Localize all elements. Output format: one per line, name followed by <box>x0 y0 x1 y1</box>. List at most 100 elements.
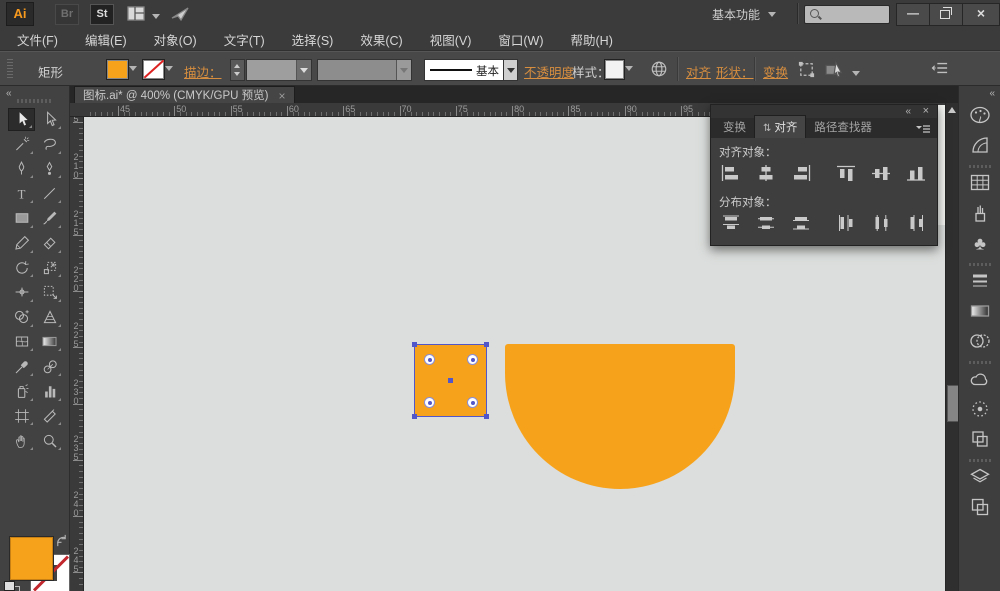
dist-bottom-button[interactable] <box>787 213 815 237</box>
selection-tool[interactable] <box>8 108 35 131</box>
share-button[interactable] <box>170 5 190 25</box>
bounding-box-button[interactable] <box>797 60 816 84</box>
stroke-weight-stepper[interactable] <box>230 59 245 81</box>
expand-dock-button[interactable]: « <box>989 88 994 99</box>
paintbrush-tool[interactable] <box>36 207 63 230</box>
chevron-down-icon[interactable] <box>296 60 311 80</box>
menu-item-6[interactable]: 视图(V) <box>417 30 486 49</box>
appearance-panel-button[interactable] <box>959 396 1000 426</box>
stroke-color-control[interactable] <box>142 59 180 80</box>
rectangle-tool[interactable] <box>8 207 35 230</box>
curvature-tool[interactable] <box>36 157 63 180</box>
align-top-button[interactable] <box>832 163 860 187</box>
selected-square[interactable] <box>412 342 489 419</box>
search-input[interactable] <box>804 5 890 24</box>
close-button[interactable]: × <box>962 3 1000 26</box>
lasso-tool[interactable] <box>36 133 63 156</box>
stroke-link[interactable]: 描边： <box>184 62 222 81</box>
zoom-tool[interactable] <box>36 429 63 452</box>
shape-link[interactable]: 形状： <box>716 62 754 81</box>
eraser-tool[interactable] <box>36 232 63 255</box>
tools-grip[interactable] <box>17 99 51 103</box>
anchor-point[interactable] <box>412 342 417 347</box>
dist-right-button[interactable] <box>902 213 930 237</box>
workspace-switcher[interactable]: 基本功能 <box>712 6 760 23</box>
menu-item-3[interactable]: 文字(T) <box>211 30 279 49</box>
column-graph-tool[interactable] <box>36 380 63 403</box>
direct-selection-tool[interactable] <box>36 108 63 131</box>
panel-collapse-icon[interactable]: « <box>905 106 911 117</box>
brushes-panel-button[interactable] <box>959 200 1000 230</box>
menu-item-0[interactable]: 文件(F) <box>4 30 72 49</box>
default-fill-stroke-button[interactable] <box>4 581 20 591</box>
align-left-button[interactable] <box>717 163 745 187</box>
stepper-down-icon[interactable] <box>234 72 240 76</box>
controlbar-grip[interactable] <box>7 59 13 79</box>
dock-group-separator[interactable] <box>959 358 1000 366</box>
chevron-down-icon[interactable] <box>852 71 861 77</box>
artboards-panel-button[interactable] <box>959 494 1000 524</box>
restore-button[interactable] <box>929 3 963 26</box>
chevron-down-icon[interactable] <box>625 66 633 71</box>
artboard-tool[interactable] <box>8 404 35 427</box>
hand-tool[interactable] <box>8 429 35 452</box>
vertical-scrollbar[interactable] <box>945 103 959 591</box>
menu-item-7[interactable]: 窗口(W) <box>485 30 557 49</box>
brush-dropdown-button[interactable] <box>503 59 518 81</box>
menu-item-8[interactable]: 帮助(H) <box>558 30 627 49</box>
scale-tool[interactable] <box>36 256 63 279</box>
perspective-grid-tool[interactable] <box>36 306 63 329</box>
transparency-panel-button[interactable] <box>959 328 1000 358</box>
swap-fill-stroke-button[interactable] <box>55 534 68 552</box>
tab-close-icon[interactable]: × <box>279 89 286 103</box>
magic-wand-tool[interactable] <box>8 133 35 156</box>
symbol-sprayer-tool[interactable] <box>8 380 35 403</box>
panel-tab-1[interactable]: ⇅ 对齐 <box>754 115 807 138</box>
brush-definition-combo[interactable]: 基本 <box>424 59 504 81</box>
document-tab[interactable]: 图标.ai* @ 400% (CMYK/GPU 预览) × <box>74 86 295 104</box>
transform-link[interactable]: 变换 <box>763 62 788 81</box>
pencil-tool[interactable] <box>8 232 35 255</box>
gradient-tool[interactable] <box>36 330 63 353</box>
panel-tab-0[interactable]: 变换 <box>715 116 754 138</box>
chevron-down-icon[interactable] <box>129 66 137 71</box>
menu-item-5[interactable]: 效果(C) <box>347 30 416 49</box>
anchor-point[interactable] <box>484 342 489 347</box>
graphic-styles-panel-button[interactable] <box>959 426 1000 456</box>
rotate-tool[interactable] <box>8 256 35 279</box>
width-tool[interactable] <box>8 281 35 304</box>
stroke-swatch-none[interactable] <box>142 59 165 80</box>
variable-width-combo[interactable] <box>317 59 412 81</box>
align-link[interactable]: 对齐 <box>686 62 711 81</box>
color-panel-button[interactable] <box>959 102 1000 132</box>
blend-tool[interactable] <box>36 355 63 378</box>
minimize-button[interactable]: — <box>896 3 930 26</box>
chevron-down-icon[interactable] <box>396 60 411 80</box>
align-bottom-button[interactable] <box>902 163 930 187</box>
panel-close-icon[interactable]: × <box>923 106 929 117</box>
line-segment-tool[interactable] <box>36 182 63 205</box>
stroke-panel-button[interactable] <box>959 268 1000 298</box>
bridge-button[interactable]: Br <box>55 4 79 25</box>
vertical-ruler[interactable]: 205 210 215 220 225 230 235 240 245 <box>70 117 84 591</box>
libraries-panel-button[interactable] <box>959 366 1000 396</box>
isolate-selection-button[interactable] <box>824 60 861 83</box>
stock-button[interactable]: St <box>90 4 114 25</box>
collapse-tools-button[interactable]: « <box>6 88 11 99</box>
opacity-link[interactable]: 不透明度 <box>524 62 574 81</box>
dock-group-separator[interactable] <box>959 456 1000 464</box>
align-v-center-button[interactable] <box>867 163 895 187</box>
bowl-shape[interactable] <box>505 344 735 489</box>
panel-tab-2[interactable]: 路径查找器 <box>806 116 880 138</box>
fill-indicator[interactable] <box>9 536 54 581</box>
menu-item-4[interactable]: 选择(S) <box>279 30 348 49</box>
layers-panel-button[interactable] <box>959 464 1000 494</box>
gradient-panel-button[interactable] <box>959 298 1000 328</box>
stroke-weight-combo[interactable] <box>246 59 312 81</box>
dist-h-center-button[interactable] <box>867 213 895 237</box>
fill-swatch[interactable] <box>106 59 129 80</box>
stepper-up-icon[interactable] <box>234 64 240 68</box>
corner-radius-widget[interactable] <box>424 354 435 365</box>
menu-item-2[interactable]: 对象(O) <box>141 30 211 49</box>
free-transform-tool[interactable] <box>36 281 63 304</box>
